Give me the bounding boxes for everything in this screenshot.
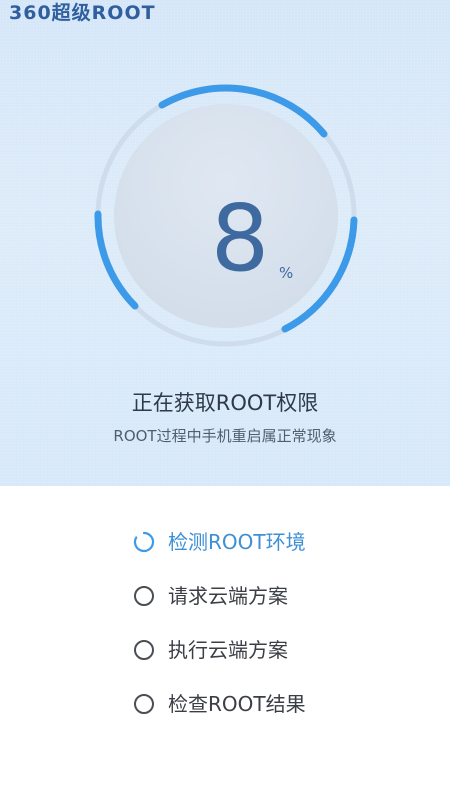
pending-circle-icon bbox=[133, 639, 155, 661]
step-label: 请求云端方案 bbox=[168, 584, 288, 608]
status-subtitle: ROOT过程中手机重启属正常现象 bbox=[113, 427, 337, 445]
pending-circle-icon bbox=[133, 693, 155, 715]
step-list: 检测ROOT环境 请求云端方案 执行云端方案 检查ROOT结果 bbox=[0, 486, 450, 798]
step-label: 检测ROOT环境 bbox=[168, 530, 306, 554]
pending-circle-icon bbox=[133, 585, 155, 607]
root-progress-screen: 360超级ROOT 8 % 正在获取ROOT权限 ROOT过程中手机重启属正常现… bbox=[0, 0, 450, 798]
progress-percent-unit: % bbox=[279, 264, 294, 282]
progress-disc: 8 % bbox=[114, 104, 338, 328]
step-label: 检查ROOT结果 bbox=[168, 692, 306, 716]
status-title: 正在获取ROOT权限 bbox=[131, 391, 319, 415]
step-item-detect-environment: 检测ROOT环境 bbox=[133, 527, 306, 557]
step-label: 执行云端方案 bbox=[168, 638, 288, 662]
step-item-execute-cloud-plan: 执行云端方案 bbox=[133, 635, 288, 665]
app-logo: 360超级ROOT bbox=[9, 2, 156, 24]
progress-ring: 8 % bbox=[92, 82, 360, 350]
progress-panel: 360超级ROOT 8 % 正在获取ROOT权限 ROOT过程中手机重启属正常现… bbox=[0, 0, 450, 486]
loading-spinner-icon bbox=[133, 531, 155, 553]
step-item-request-cloud-plan: 请求云端方案 bbox=[133, 581, 288, 611]
progress-percent-value: 8 bbox=[210, 185, 270, 292]
step-item-check-root-result: 检查ROOT结果 bbox=[133, 689, 306, 719]
